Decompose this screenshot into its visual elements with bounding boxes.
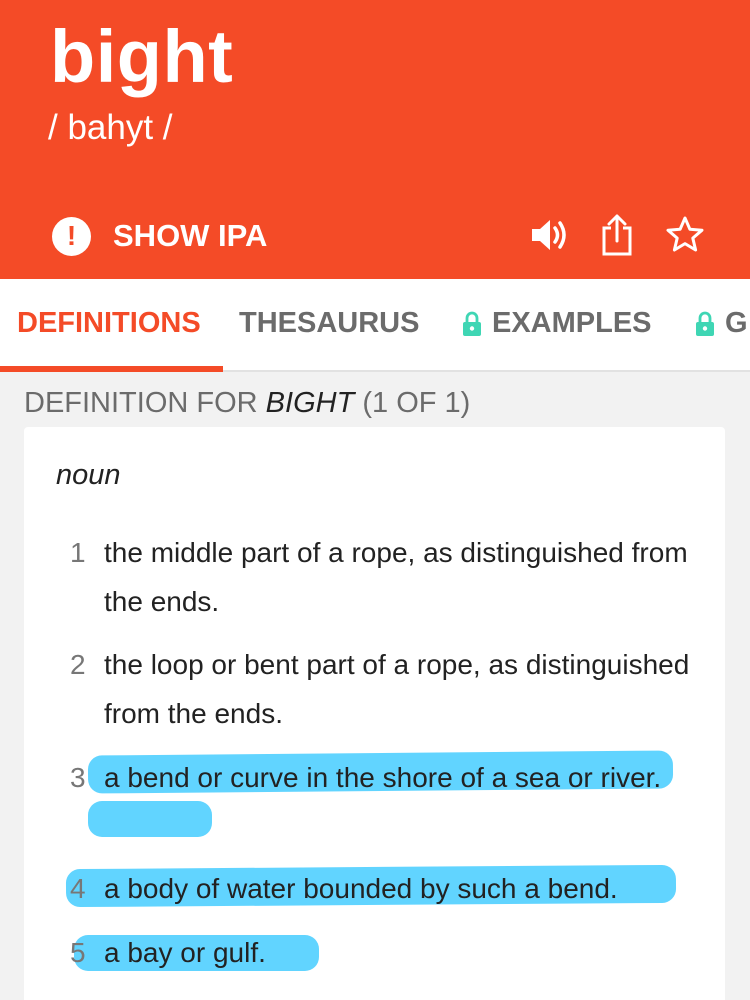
tab-definitions[interactable]: DEFINITIONS	[17, 307, 201, 340]
star-icon[interactable]	[664, 212, 706, 258]
definition-text: a bay or gulf.	[104, 937, 266, 968]
definition-number: 2	[70, 649, 86, 680]
show-ipa-label: SHOW IPA	[113, 218, 268, 253]
speaker-icon[interactable]	[528, 212, 570, 258]
tab-grammar[interactable]: G	[695, 307, 748, 340]
tab-examples[interactable]: EXAMPLES	[462, 307, 652, 340]
lock-icon	[696, 311, 714, 336]
active-tab-indicator	[0, 366, 223, 372]
definition-item: 5 a bay or gulf.	[70, 928, 710, 977]
definition-heading: DEFINITION FOR BIGHT (1 OF 1)	[24, 387, 471, 419]
definition-item: 3 a bend or curve in the shore of a sea …	[70, 753, 710, 851]
header-toolbar	[528, 212, 706, 258]
definition-number: 5	[70, 937, 86, 968]
part-of-speech: noun	[56, 459, 121, 491]
definition-text: the loop or bent part of a rope, as dist…	[104, 649, 690, 729]
share-icon[interactable]	[596, 212, 638, 258]
definition-item: 4 a body of water bounded by such a bend…	[70, 864, 710, 913]
show-ipa-button[interactable]: ! SHOW IPA	[52, 216, 267, 256]
definition-text: the middle part of a rope, as distinguis…	[104, 537, 688, 617]
tab-thesaurus[interactable]: THESAURUS	[239, 307, 419, 340]
definition-item: 1 the middle part of a rope, as distingu…	[70, 528, 710, 626]
definition-text: a body of water bounded by such a bend.	[104, 873, 618, 904]
alert-icon: !	[52, 216, 91, 256]
tab-bar: DEFINITIONS THESAURUS EXAMPLES G	[0, 279, 750, 372]
lock-icon	[463, 311, 481, 336]
definition-number: 4	[70, 873, 86, 904]
definition-text: a bend or curve in the shore of a sea or…	[104, 762, 662, 793]
definition-number: 3	[70, 762, 86, 793]
definition-item: 2 the loop or bent part of a rope, as di…	[70, 640, 710, 738]
definition-card: noun 1 the middle part of a rope, as dis…	[24, 427, 725, 1000]
pronunciation: / bahyt /	[48, 108, 173, 147]
definition-number: 1	[70, 537, 86, 568]
word-header: bight / bahyt / ! SHOW IPA	[0, 0, 750, 279]
headword: bight	[50, 15, 234, 98]
